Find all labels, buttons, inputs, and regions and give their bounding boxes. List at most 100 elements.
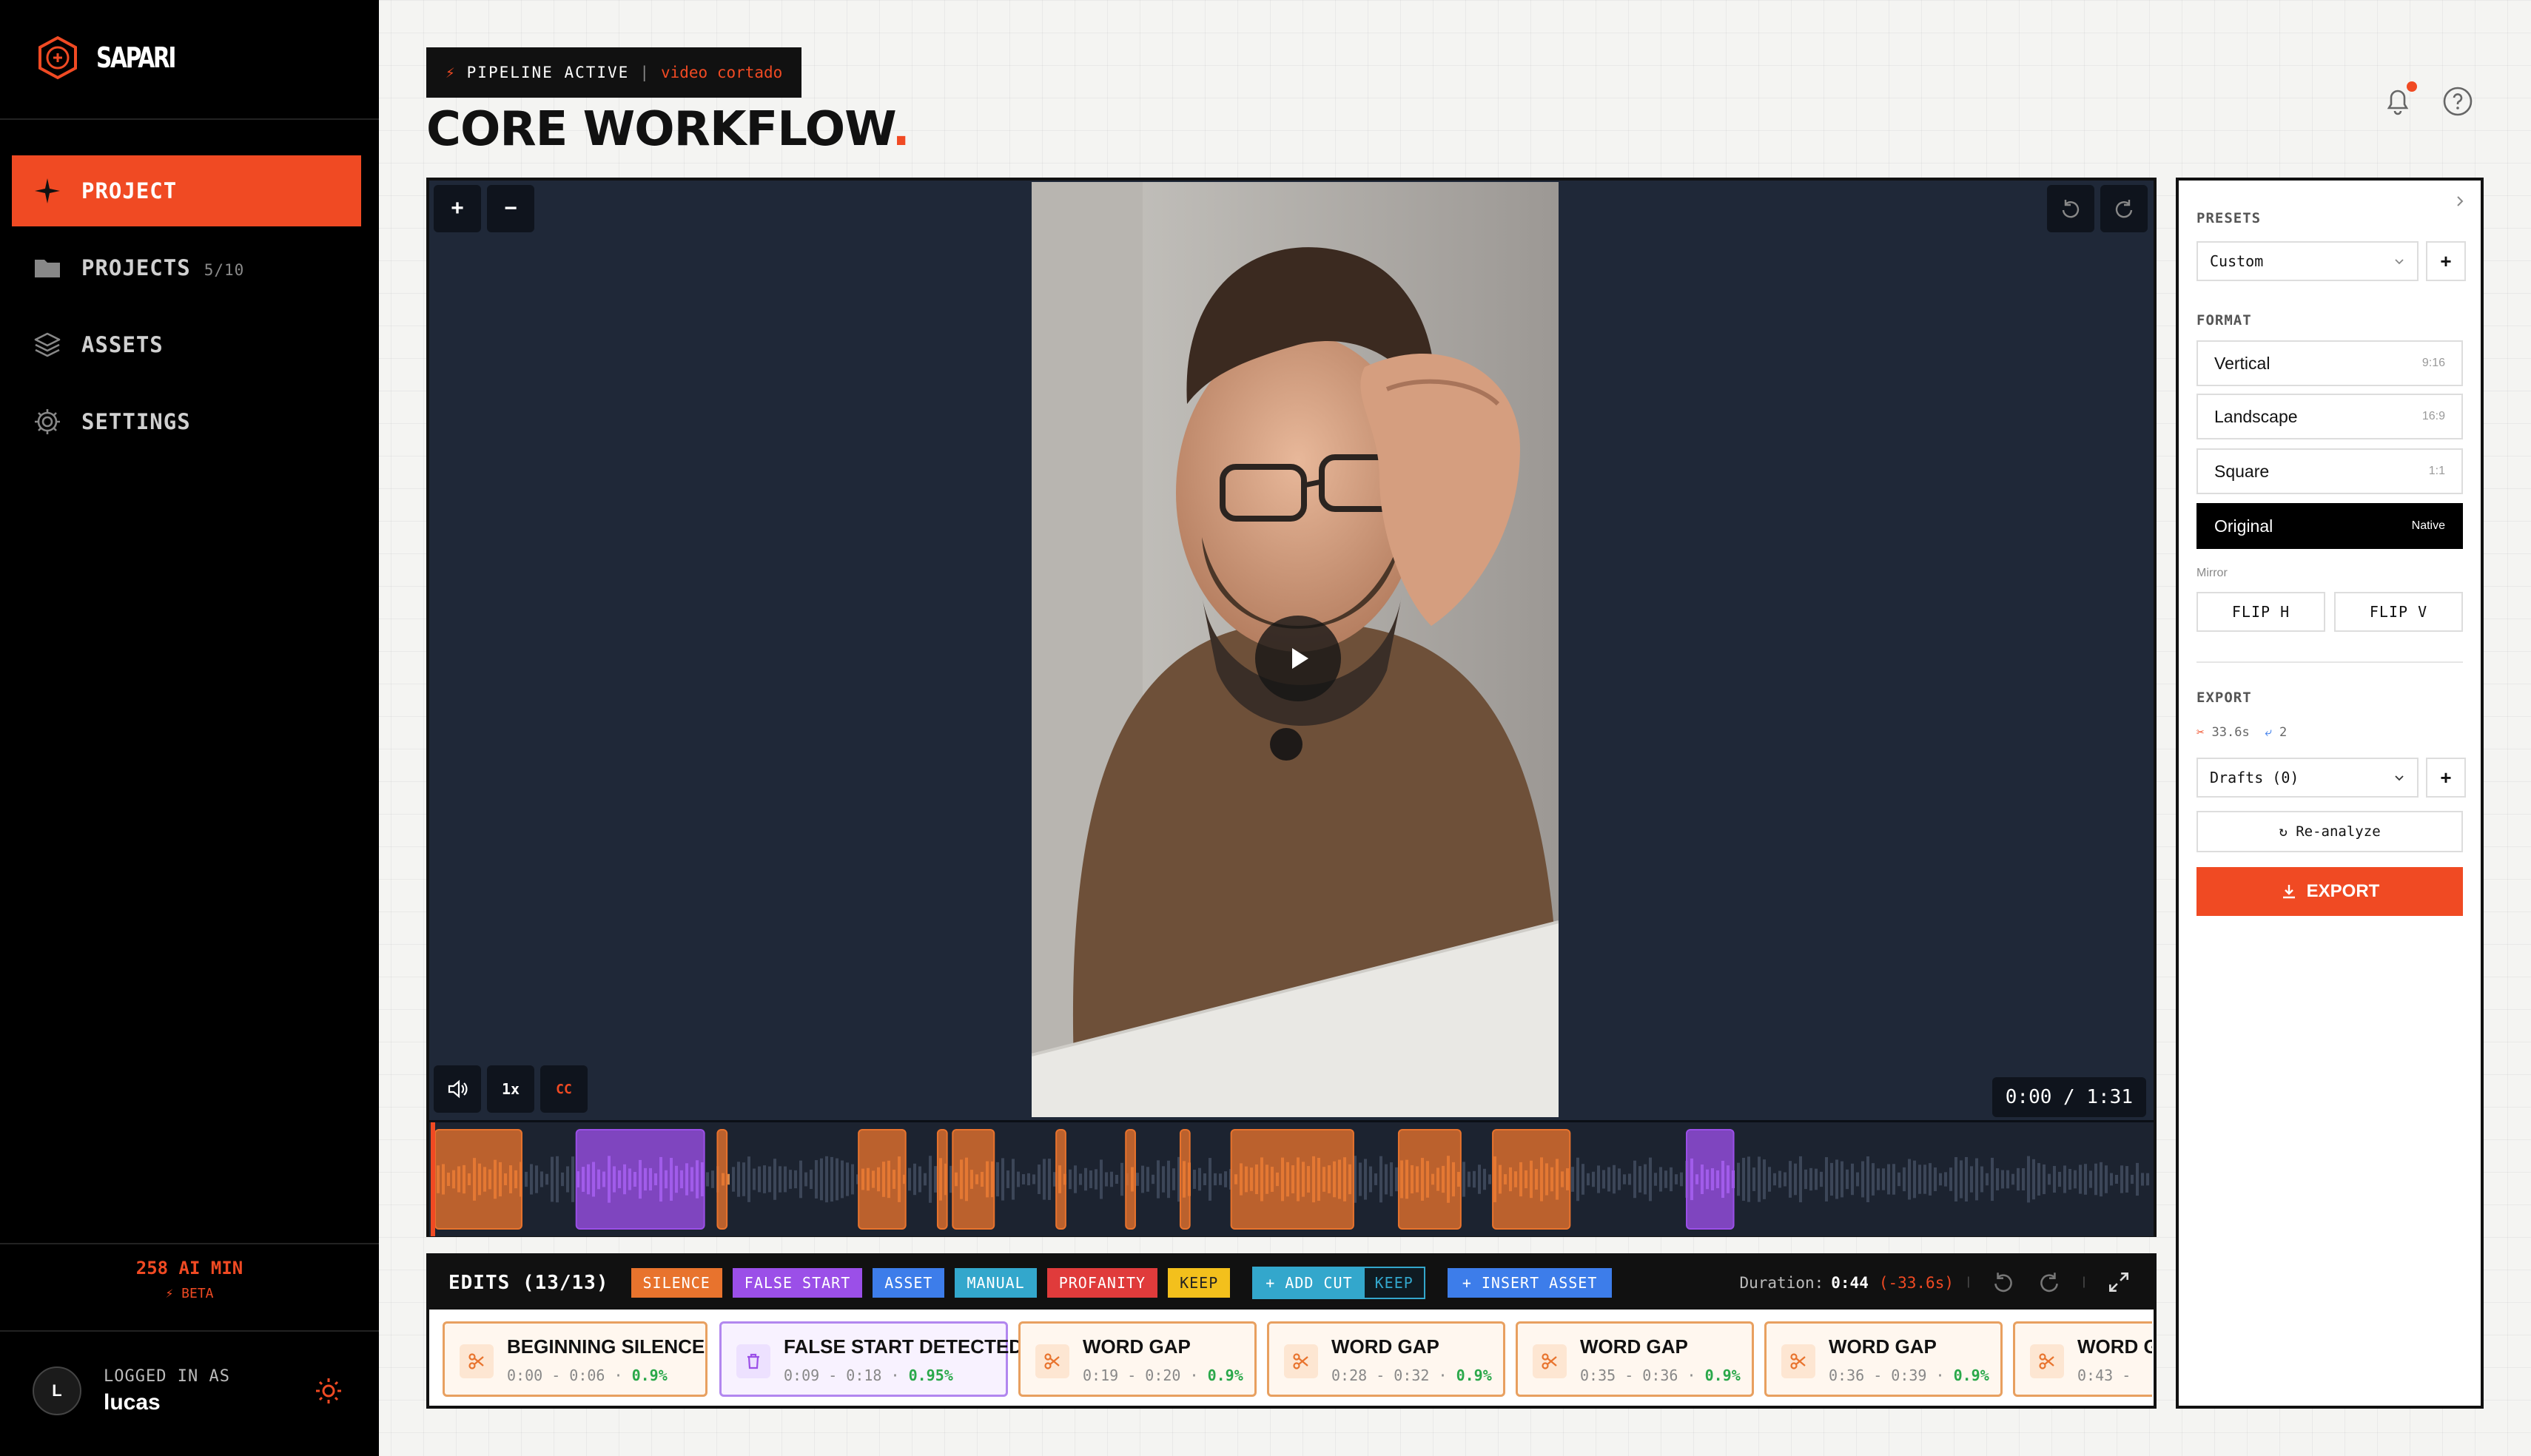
waveform-bar	[1659, 1167, 1662, 1192]
filter-false-start[interactable]: FALSE START	[732, 1268, 863, 1298]
silence-segment[interactable]	[434, 1129, 522, 1230]
waveform-bar	[1664, 1170, 1667, 1188]
help-button[interactable]	[2442, 86, 2473, 117]
add-cut-button[interactable]: + ADD CUT	[1254, 1268, 1365, 1298]
avatar[interactable]: L	[33, 1366, 81, 1415]
edit-time-range: 0:28 - 0:32 ·	[1331, 1366, 1448, 1384]
format-square[interactable]: Square 1:1	[2196, 448, 2463, 494]
divider	[0, 1243, 379, 1244]
play-button[interactable]	[1255, 616, 1341, 701]
waveform-track[interactable]	[429, 1122, 2154, 1236]
filter-silence[interactable]: SILENCE	[631, 1268, 722, 1298]
waveform-bar	[815, 1160, 818, 1199]
edit-card[interactable]: WORD GAP 0:43 -	[2013, 1321, 2152, 1397]
redo-button[interactable]	[2100, 185, 2148, 232]
sidebar-item-settings[interactable]: SETTINGS	[12, 386, 361, 457]
volume-button[interactable]	[434, 1065, 481, 1113]
reanalyze-button[interactable]: ↻ Re-analyze	[2196, 811, 2463, 852]
waveform-bar	[1152, 1174, 1154, 1184]
silence-segment[interactable]	[1055, 1129, 1066, 1230]
waveform-bar	[1913, 1160, 1916, 1199]
export-button-label: EXPORT	[2306, 881, 2380, 901]
waveform-bar	[1898, 1172, 1900, 1187]
silence-segment[interactable]	[1492, 1129, 1571, 1230]
undo-button[interactable]	[2047, 185, 2094, 232]
waveform-bar	[789, 1170, 792, 1189]
waveform-bar	[1095, 1169, 1098, 1190]
edit-card[interactable]: WORD GAP 0:28 - 0:32 · 0.9%	[1267, 1321, 1505, 1397]
format-vertical[interactable]: Vertical 9:16	[2196, 340, 2463, 386]
chevron-right-icon[interactable]	[2453, 194, 2467, 209]
undo-icon[interactable]	[1991, 1270, 2016, 1295]
insert-asset-button[interactable]: + INSERT ASSET	[1447, 1268, 1613, 1298]
waveform-bar	[1001, 1158, 1004, 1201]
waveform-bar	[732, 1167, 735, 1192]
captions-button[interactable]: CC	[540, 1065, 588, 1113]
add-preset-button[interactable]: +	[2426, 241, 2466, 281]
pipeline-status-label: PIPELINE ACTIVE	[466, 64, 630, 81]
playhead[interactable]	[431, 1122, 435, 1236]
edit-card[interactable]: BEGINNING SILENCE 0:00 - 0:06 · 0.9%	[443, 1321, 707, 1397]
edit-card[interactable]: WORD GAP 0:36 - 0:39 · 0.9%	[1764, 1321, 2003, 1397]
silence-segment[interactable]	[952, 1129, 995, 1230]
silence-segment[interactable]	[1230, 1129, 1354, 1230]
waveform-bar	[1043, 1159, 1046, 1200]
false-start-segment[interactable]	[1686, 1129, 1735, 1230]
edit-card-title: FALSE START DETECTED	[784, 1335, 1024, 1358]
keep-button[interactable]: KEEP	[1364, 1268, 1424, 1298]
waveform-bar	[924, 1173, 927, 1186]
waveform-bar	[1374, 1173, 1377, 1185]
false-start-segment[interactable]	[575, 1129, 705, 1230]
sidebar-item-projects[interactable]: PROJECTS 5/10	[12, 232, 361, 303]
export-button[interactable]: EXPORT	[2196, 867, 2463, 916]
edit-card[interactable]: FALSE START DETECTED 0:09 - 0:18 · 0.95%	[719, 1321, 1023, 1397]
filter-manual[interactable]: MANUAL	[955, 1268, 1037, 1298]
add-draft-button[interactable]: +	[2426, 758, 2466, 798]
sidebar-item-assets[interactable]: ASSETS	[12, 309, 361, 380]
filter-keep[interactable]: KEEP	[1168, 1268, 1231, 1298]
filter-asset[interactable]: ASSET	[873, 1268, 945, 1298]
format-name: Landscape	[2214, 406, 2298, 426]
sun-icon[interactable]	[314, 1376, 343, 1406]
edit-card-title: WORD GAP	[1829, 1335, 1937, 1358]
waveform-bar	[2053, 1165, 2056, 1193]
preset-select[interactable]: Custom	[2196, 241, 2419, 281]
edit-card-range: 0:19 - 0:20 · 0.9%	[1083, 1366, 1243, 1384]
app-logo[interactable]: SAPARI	[36, 36, 197, 80]
expand-icon[interactable]	[2106, 1270, 2131, 1295]
edit-card[interactable]: WORD GAP 0:35 - 0:36 · 0.9%	[1516, 1321, 1754, 1397]
waveform-bar	[1006, 1170, 1009, 1188]
playback-speed-button[interactable]: 1x	[487, 1065, 534, 1113]
redo-icon[interactable]	[2037, 1270, 2062, 1295]
user-name: lucas	[104, 1389, 161, 1415]
silence-segment[interactable]	[1125, 1129, 1136, 1230]
silence-segment[interactable]	[1397, 1129, 1462, 1230]
flip-v-button[interactable]: FLIP V	[2334, 592, 2463, 632]
format-original[interactable]: Original Native	[2196, 503, 2463, 549]
zoom-in-button[interactable]: +	[434, 185, 481, 232]
zoom-out-button[interactable]: −	[487, 185, 534, 232]
waveform-bar	[2027, 1156, 2030, 1203]
flip-h-button[interactable]: FLIP H	[2196, 592, 2325, 632]
waveform-bar	[1887, 1164, 1890, 1195]
sidebar-item-project[interactable]: PROJECT	[12, 155, 361, 226]
drafts-select[interactable]: Drafts (0)	[2196, 758, 2419, 798]
timeline[interactable]	[429, 1120, 2154, 1236]
silence-segment[interactable]	[1179, 1129, 1191, 1230]
waveform-bar	[2115, 1174, 2118, 1184]
filter-profanity[interactable]: PROFANITY	[1046, 1268, 1158, 1298]
silence-segment[interactable]	[858, 1129, 907, 1230]
format-landscape[interactable]: Landscape 16:9	[2196, 394, 2463, 439]
notifications-button[interactable]	[2382, 81, 2417, 117]
waveform-bar	[1794, 1163, 1797, 1196]
silence-segment[interactable]	[936, 1129, 948, 1230]
waveform-bar	[1027, 1173, 1030, 1186]
mirror-label: Mirror	[2196, 567, 2228, 579]
waveform-bar	[1654, 1173, 1657, 1186]
duration-label: Duration:	[1739, 1274, 1824, 1292]
edit-card[interactable]: WORD GAP 0:19 - 0:20 · 0.9%	[1018, 1321, 1257, 1397]
silence-segment[interactable]	[716, 1129, 728, 1230]
edits-actions: | |	[1967, 1270, 2131, 1295]
waveform-bar	[1582, 1164, 1584, 1195]
waveform-bar	[1841, 1161, 1843, 1198]
